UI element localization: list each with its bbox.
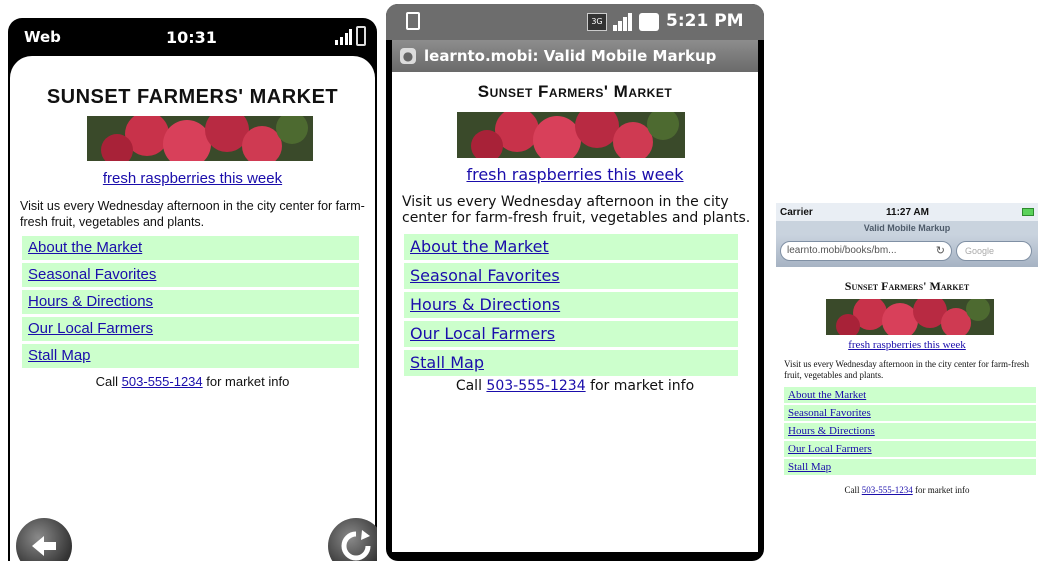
signal-icon xyxy=(613,13,632,31)
call-suffix: for market info xyxy=(915,485,970,495)
phone-link[interactable]: 503-555-1234 xyxy=(486,378,585,394)
url-text: learnto.mobi/books/bm... xyxy=(787,245,897,256)
android-device: 3G 5:21 PM ● learnto.mobi: Valid Mobile … xyxy=(386,4,764,561)
3g-icon: 3G xyxy=(587,13,607,31)
nav-item-farmers[interactable]: Our Local Farmers xyxy=(404,321,738,347)
intro-text: Visit us every Wednesday afternoon in th… xyxy=(402,194,751,226)
nav-item-hours[interactable]: Hours & Directions xyxy=(404,292,738,318)
nav-item-stall-map[interactable]: Stall Map xyxy=(22,344,359,368)
iphone-clock: 11:27 AM xyxy=(886,207,929,218)
nav-menu: About the Market Seasonal Favorites Hour… xyxy=(22,236,359,371)
iphone-status-bar: Carrier 11:27 AM xyxy=(776,203,1038,221)
url-field[interactable]: learnto.mobi/books/bm... ↻ xyxy=(780,241,952,261)
call-info: Call 503-555-1234 for market info xyxy=(776,485,1038,495)
browser-page-title: learnto.mobi: Valid Mobile Markup xyxy=(424,47,717,65)
call-prefix: Call xyxy=(455,378,482,394)
nav-item-seasonal[interactable]: Seasonal Favorites xyxy=(784,405,1036,421)
refresh-icon[interactable]: ↻ xyxy=(936,242,945,260)
page-title: SUNSET FARMERS' MARKET xyxy=(46,86,339,108)
globe-icon: ● xyxy=(400,48,416,64)
call-prefix: Call xyxy=(844,485,860,495)
android-clock: 5:21 PM xyxy=(666,11,744,31)
intro-text: Visit us every Wednesday afternoon in th… xyxy=(20,199,365,229)
raspberries-photo xyxy=(826,299,994,335)
phone-link[interactable]: 503-555-1234 xyxy=(862,485,913,495)
browser-title-bar: ● learnto.mobi: Valid Mobile Markup xyxy=(392,40,758,72)
search-field[interactable]: Google xyxy=(956,241,1032,261)
raspberries-link[interactable]: fresh raspberries this week xyxy=(848,339,966,351)
call-suffix: for market info xyxy=(590,378,695,394)
nav-item-farmers[interactable]: Our Local Farmers xyxy=(22,317,359,341)
intro-text: Visit us every Wednesday afternoon in th… xyxy=(784,359,1029,380)
battery-icon xyxy=(356,26,366,46)
back-arrow-icon[interactable] xyxy=(16,518,72,561)
safari-title-bar: Valid Mobile Markup xyxy=(776,221,1038,235)
palm-carrier: Web xyxy=(24,28,61,46)
page-title: Sunset Farmers' Market xyxy=(477,82,673,101)
call-prefix: Call xyxy=(95,374,119,389)
call-info: Call 503-555-1234 for market info xyxy=(392,378,758,394)
nav-item-seasonal[interactable]: Seasonal Favorites xyxy=(404,263,738,289)
palm-status-bar: Web 10:31 xyxy=(8,18,377,58)
android-status-bar: 3G 5:21 PM xyxy=(386,4,764,40)
call-info: Call 503-555-1234 for market info xyxy=(10,374,375,389)
iphone-carrier: Carrier xyxy=(780,207,813,218)
page-title: Sunset Farmers' Market xyxy=(844,279,970,293)
nav-item-about[interactable]: About the Market xyxy=(22,236,359,260)
nav-menu: About the Market Seasonal Favorites Hour… xyxy=(404,234,738,379)
android-web-page: Sunset Farmers' Market fresh raspberries… xyxy=(392,72,758,552)
sd-card-icon xyxy=(406,12,420,30)
battery-icon xyxy=(639,13,659,31)
palm-clock: 10:31 xyxy=(166,28,217,47)
nav-item-seasonal[interactable]: Seasonal Favorites xyxy=(22,263,359,287)
signal-icon xyxy=(335,29,352,45)
nav-item-stall-map[interactable]: Stall Map xyxy=(404,350,738,376)
palm-device: Web 10:31 SUNSET FARMERS' MARKET fresh r… xyxy=(8,18,377,561)
nav-item-about[interactable]: About the Market xyxy=(404,234,738,260)
nav-item-stall-map[interactable]: Stall Map xyxy=(784,459,1036,475)
raspberries-link[interactable]: fresh raspberries this week xyxy=(466,165,683,184)
nav-item-hours[interactable]: Hours & Directions xyxy=(784,423,1036,439)
palm-web-page: SUNSET FARMERS' MARKET fresh raspberries… xyxy=(10,56,375,561)
raspberries-photo xyxy=(457,112,685,158)
safari-url-bar: learnto.mobi/books/bm... ↻ Google xyxy=(776,235,1038,267)
battery-icon xyxy=(1022,208,1034,216)
iphone-device: Carrier 11:27 AM Valid Mobile Markup lea… xyxy=(776,203,1038,503)
raspberries-link[interactable]: fresh raspberries this week xyxy=(103,170,282,187)
nav-item-about[interactable]: About the Market xyxy=(784,387,1036,403)
call-suffix: for market info xyxy=(206,374,290,389)
reload-icon[interactable] xyxy=(328,518,377,561)
nav-item-farmers[interactable]: Our Local Farmers xyxy=(784,441,1036,457)
raspberries-photo xyxy=(87,116,313,161)
nav-menu: About the Market Seasonal Favorites Hour… xyxy=(784,387,1036,477)
phone-link[interactable]: 503-555-1234 xyxy=(122,374,203,389)
nav-item-hours[interactable]: Hours & Directions xyxy=(22,290,359,314)
